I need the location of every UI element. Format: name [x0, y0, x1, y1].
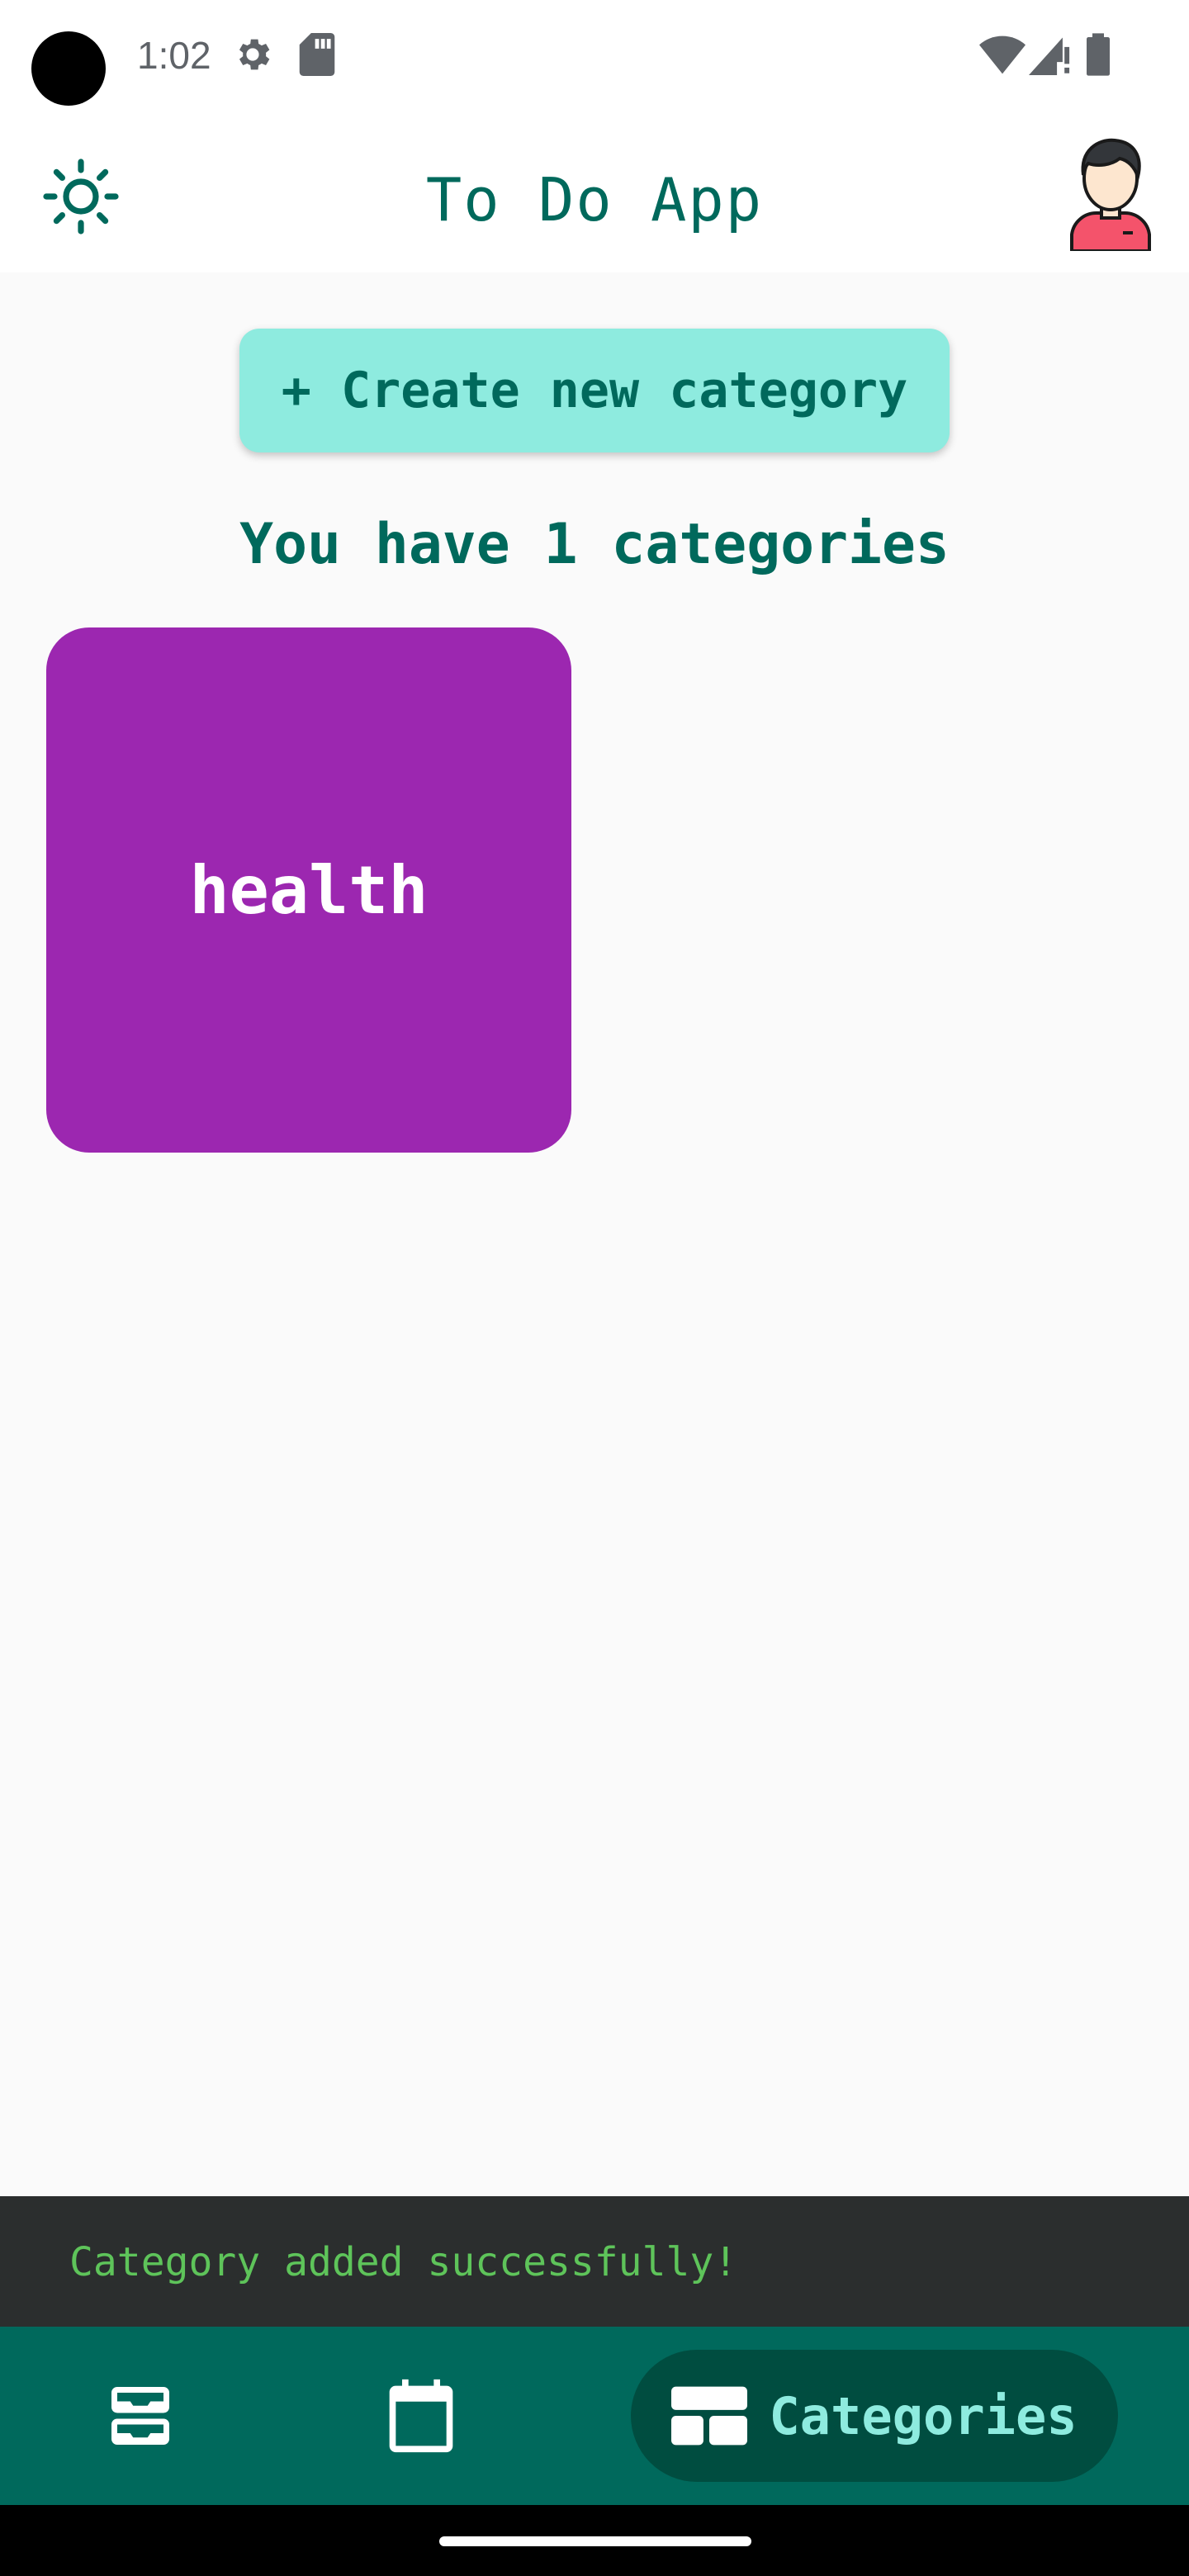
- category-card-health[interactable]: health: [46, 627, 571, 1153]
- calendar-icon: [389, 2379, 453, 2453]
- screen: 1:02 To Do App + Create new category You…: [0, 0, 1189, 2576]
- bottom-nav: Categories: [0, 2327, 1189, 2505]
- app-bar: To Do App: [0, 132, 1189, 272]
- battery-icon: [1087, 33, 1110, 76]
- snackbar: Category added successfully!: [0, 2196, 1189, 2327]
- dashboard-layout-icon: [671, 2386, 748, 2446]
- nav-label-categories: Categories: [769, 2385, 1078, 2446]
- user-avatar-icon[interactable]: [1065, 135, 1156, 251]
- category-label: health: [189, 851, 429, 929]
- category-count-text: You have 1 categories: [239, 512, 950, 577]
- gesture-nav-area: [0, 2505, 1189, 2576]
- status-bar: 1:02: [0, 0, 1189, 132]
- inbox-tray-icon: [111, 2387, 169, 2445]
- nav-item-categories[interactable]: Categories: [631, 2350, 1118, 2482]
- nav-item-inbox[interactable]: [66, 2327, 215, 2505]
- app-title: To Do App: [425, 165, 764, 234]
- cell-signal-icon: [1029, 37, 1070, 75]
- create-category-button[interactable]: + Create new category: [239, 329, 950, 452]
- home-gesture-handle[interactable]: [439, 2536, 751, 2546]
- wifi-icon: [979, 36, 1026, 74]
- camera-cutout: [31, 31, 106, 106]
- snackbar-message: Category added successfully!: [69, 2239, 738, 2285]
- settings-gear-icon: [239, 39, 270, 70]
- sd-card-icon: [299, 33, 335, 76]
- status-time: 1:02: [137, 34, 211, 77]
- nav-item-calendar[interactable]: [347, 2327, 495, 2505]
